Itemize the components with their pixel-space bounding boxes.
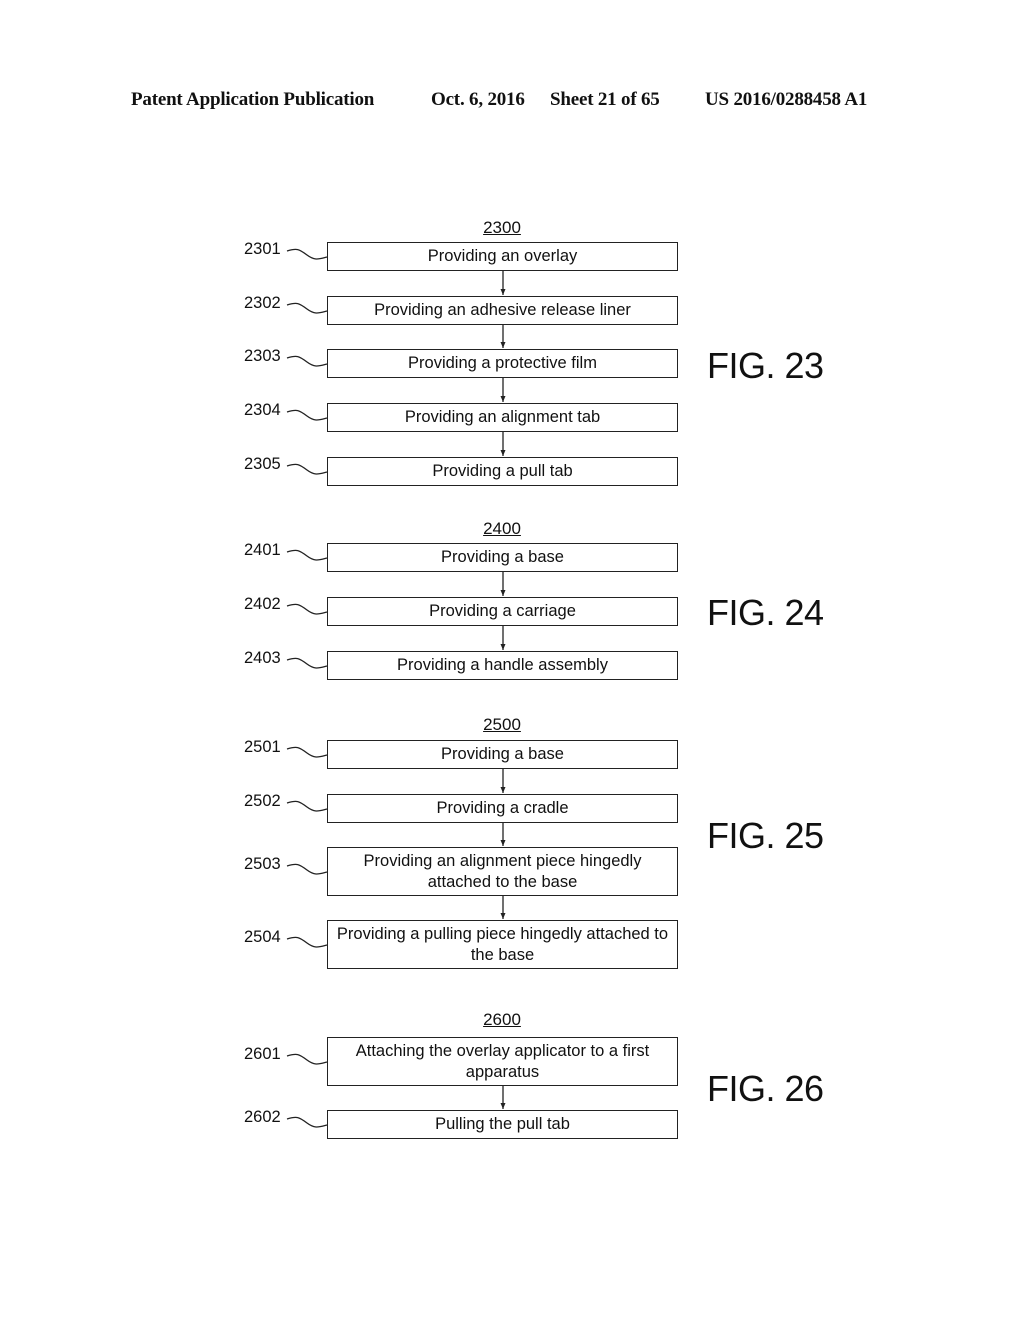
leader-line-icon — [286, 800, 328, 812]
flow-step-box: Providing an overlay — [327, 242, 678, 271]
flow-step-box: Providing an alignment piece hingedly at… — [327, 847, 678, 896]
step-reference-number: 2601 — [244, 1045, 281, 1063]
flow-arrow-icon — [500, 432, 506, 456]
sheet-number: Sheet 21 of 65 — [550, 89, 660, 110]
flow-step-box: Attaching the overlay applicator to a fi… — [327, 1037, 678, 1086]
flow-arrow-icon — [500, 626, 506, 650]
flow-arrow-icon — [500, 378, 506, 402]
figure-reference-number: 2300 — [483, 218, 521, 237]
leader-line-icon — [286, 863, 328, 875]
flow-arrow-icon — [500, 823, 506, 846]
leader-line-icon — [286, 355, 328, 367]
leader-line-icon — [286, 1053, 328, 1065]
figure-label: FIG. 24 — [707, 592, 824, 633]
flow-arrow-icon — [500, 572, 506, 596]
flow-arrow-icon — [500, 896, 506, 919]
flow-step-box: Providing a handle assembly — [327, 651, 678, 680]
step-reference-number: 2502 — [244, 792, 281, 810]
figure-label: FIG. 23 — [707, 345, 824, 386]
flow-step-box: Providing a pulling piece hingedly attac… — [327, 920, 678, 969]
flow-step-box: Providing a cradle — [327, 794, 678, 823]
step-reference-number: 2503 — [244, 855, 281, 873]
page-header: Patent Application Publication Oct. 6, 2… — [131, 89, 891, 113]
leader-line-icon — [286, 746, 328, 758]
patent-number: US 2016/0288458 A1 — [705, 89, 868, 110]
leader-line-icon — [286, 1116, 328, 1128]
figure-label: FIG. 25 — [707, 815, 824, 856]
figure-label: FIG. 26 — [707, 1068, 824, 1109]
figure-reference-number: 2500 — [483, 715, 521, 734]
leader-line-icon — [286, 603, 328, 615]
leader-line-icon — [286, 248, 328, 260]
leader-line-icon — [286, 409, 328, 421]
step-reference-number: 2302 — [244, 294, 281, 312]
flow-step-box: Providing a protective film — [327, 349, 678, 378]
flow-arrow-icon — [500, 1086, 506, 1109]
step-reference-number: 2403 — [244, 649, 281, 667]
step-reference-number: 2301 — [244, 240, 281, 258]
flow-step-box: Providing a base — [327, 543, 678, 572]
step-reference-number: 2305 — [244, 455, 281, 473]
leader-line-icon — [286, 302, 328, 314]
step-reference-number: 2303 — [244, 347, 281, 365]
step-reference-number: 2602 — [244, 1108, 281, 1126]
step-reference-number: 2402 — [244, 595, 281, 613]
flow-step-box: Pulling the pull tab — [327, 1110, 678, 1139]
leader-line-icon — [286, 936, 328, 948]
flow-step-box: Providing a carriage — [327, 597, 678, 626]
leader-line-icon — [286, 463, 328, 475]
figure-reference-number: 2600 — [483, 1010, 521, 1029]
flow-step-box: Providing a pull tab — [327, 457, 678, 486]
publication-title: Patent Application Publication — [131, 89, 375, 110]
flow-arrow-icon — [500, 271, 506, 295]
leader-line-icon — [286, 549, 328, 561]
flow-step-box: Providing an alignment tab — [327, 403, 678, 432]
figure-reference-number: 2400 — [483, 519, 521, 538]
flow-arrow-icon — [500, 769, 506, 793]
flow-arrow-icon — [500, 325, 506, 348]
step-reference-number: 2504 — [244, 928, 281, 946]
flow-step-box: Providing an adhesive release liner — [327, 296, 678, 325]
publication-date: Oct. 6, 2016 — [431, 89, 525, 110]
step-reference-number: 2304 — [244, 401, 281, 419]
leader-line-icon — [286, 657, 328, 669]
step-reference-number: 2501 — [244, 738, 281, 756]
step-reference-number: 2401 — [244, 541, 281, 559]
flow-step-box: Providing a base — [327, 740, 678, 769]
